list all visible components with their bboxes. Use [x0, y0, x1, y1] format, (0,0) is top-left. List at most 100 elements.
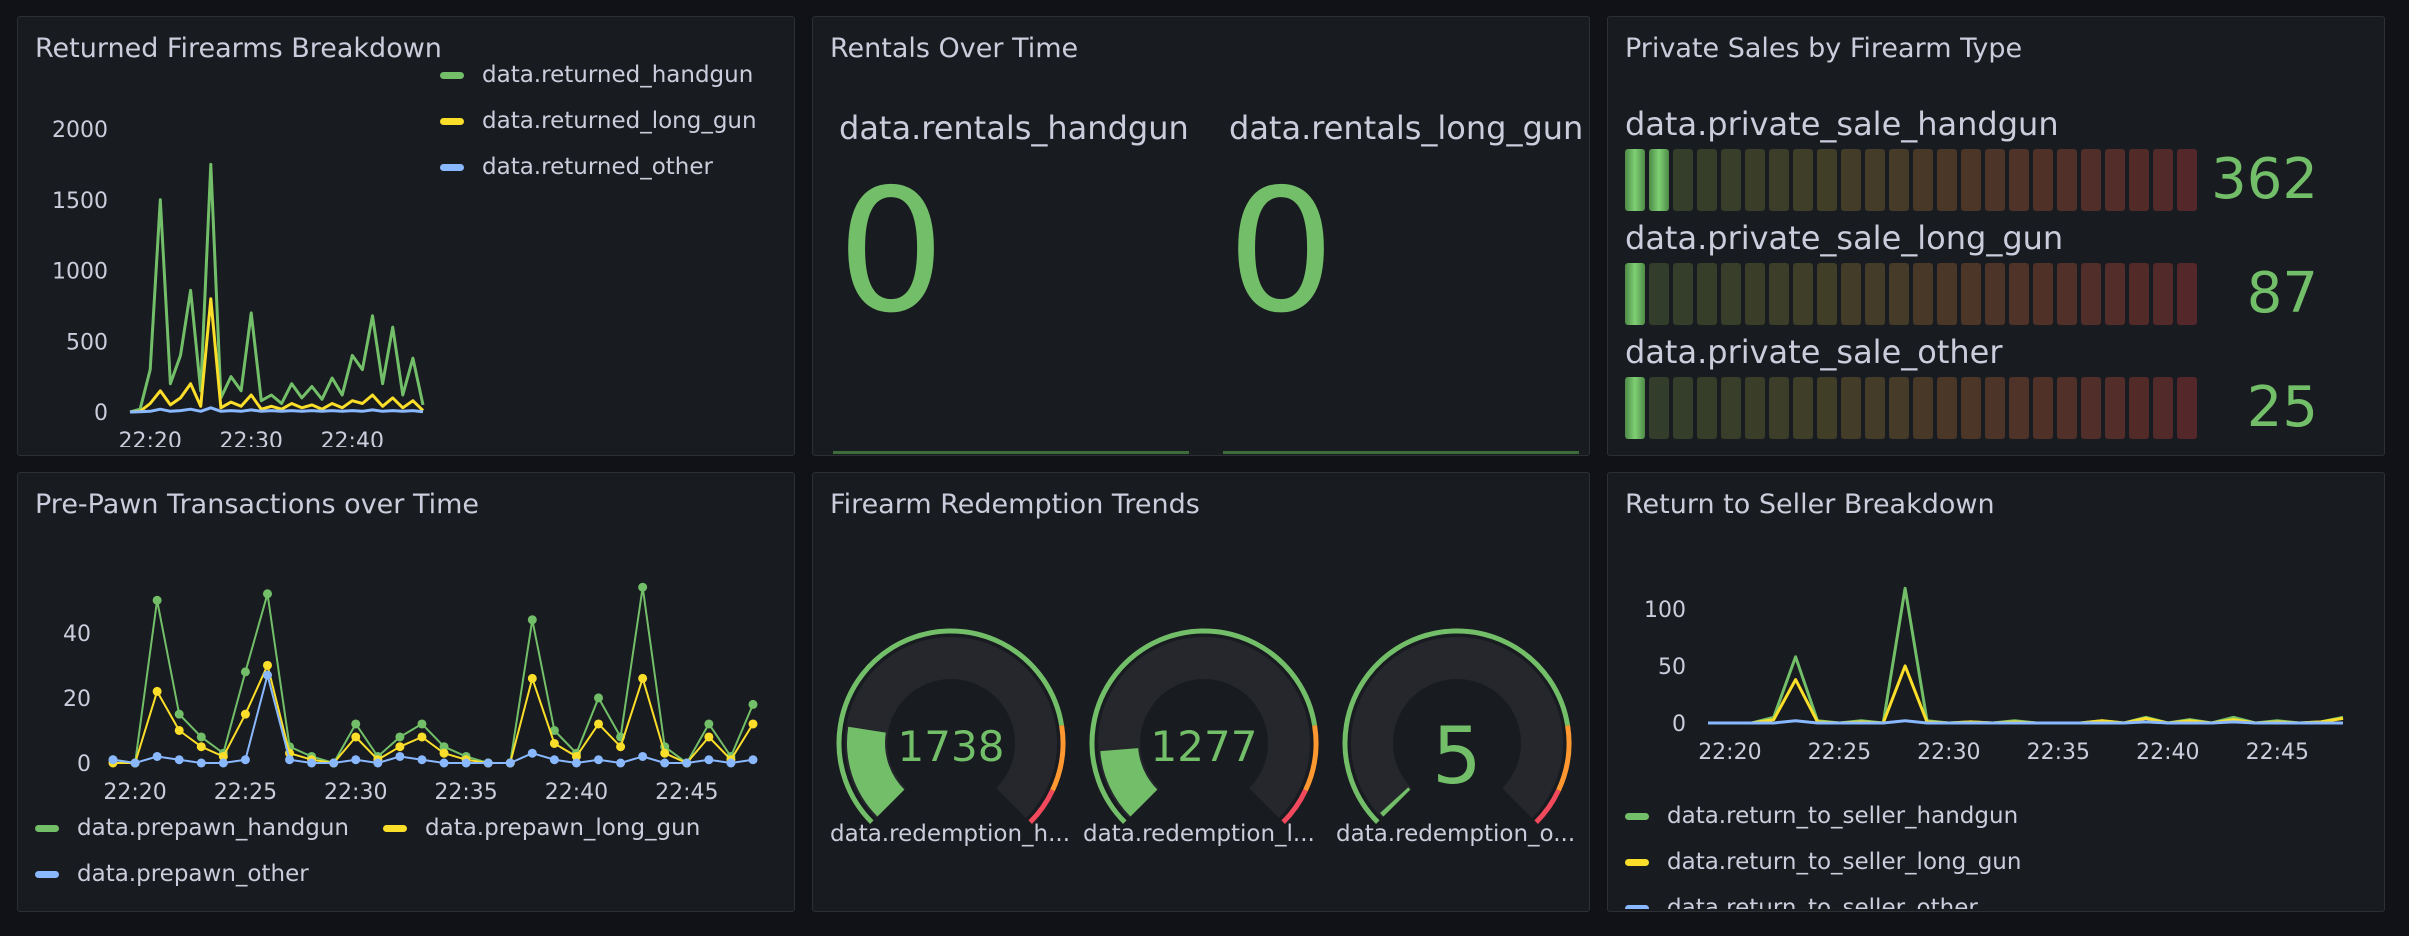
data-point: [174, 755, 184, 765]
bargauge-cell: [1625, 149, 1645, 211]
panel-title: Firearm Redemption Trends: [830, 489, 1200, 520]
bargauge-cell: [1865, 377, 1885, 439]
data-point: [682, 758, 692, 768]
gauge-value: 1738: [898, 722, 1005, 771]
panel-returned-firearms[interactable]: Returned Firearms Breakdown 2000 1500 1000…: [17, 16, 795, 456]
bargauge-cell: [1769, 149, 1789, 211]
returned-chart[interactable]: 2000 1500 1000 500 0 22:20 22:30 22:40: [18, 77, 438, 447]
legend-item-returned-handgun[interactable]: data.returned_handgun: [440, 62, 753, 88]
bargauge-cell: [2081, 149, 2101, 211]
bargauge-cell: [1889, 377, 1909, 439]
data-point: [395, 732, 405, 742]
data-point: [704, 719, 714, 729]
x-tick-label: 22:20: [1698, 740, 1761, 765]
stat-value-rentals-long-gun: 0: [1227, 153, 1336, 351]
bargauge-cell: [1985, 263, 2005, 325]
x-tick-label: 22:30: [1917, 740, 1980, 765]
bargauge-cell: [1865, 149, 1885, 211]
legend-swatch: [1625, 858, 1649, 866]
panel-return-to-seller[interactable]: Return to Seller Breakdown 100 50 0 22:20 22…: [1607, 472, 2385, 912]
bargauge-cell: [2033, 149, 2053, 211]
data-point: [262, 660, 272, 670]
data-point: [616, 758, 626, 768]
bargauge-value-handgun: 362: [2211, 147, 2318, 212]
bargauge-cell: [1793, 263, 1813, 325]
data-point: [152, 686, 162, 696]
legend-label: data.returned_handgun: [482, 62, 754, 88]
gauge-value: 1277: [1151, 722, 1258, 771]
bargauge-cell: [2009, 149, 2029, 211]
y-tick-label: 0: [77, 752, 91, 777]
y-tick-label: 2000: [52, 118, 108, 143]
bargauge-cell: [1841, 377, 1861, 439]
legend-swatch: [440, 71, 464, 79]
panel-redemption[interactable]: Firearm Redemption Trends 1738 1277 5 data…: [812, 472, 1590, 912]
y-tick-label: 50: [1658, 655, 1686, 680]
redemption-gauges: 1738 1277 5: [836, 628, 1572, 824]
gauge-label-handgun: data.redemption_h...: [830, 821, 1071, 847]
x-tick-label: 22:40: [545, 780, 608, 805]
legend-item-seller-long-gun[interactable]: data.return_to_seller_long_gun: [1625, 849, 2021, 875]
bargauge-label-other: data.private_sale_other: [1625, 333, 2003, 371]
data-point: [748, 719, 758, 729]
stat-label-rentals-long-gun: data.rentals_long_gun: [1229, 109, 1584, 147]
bargauge-cell: [2129, 377, 2149, 439]
x-tick-label: 22:45: [2246, 740, 2309, 765]
legend-item-prepawn-handgun[interactable]: data.prepawn_handgun: [35, 815, 349, 841]
bargauge-cell: [1817, 149, 1837, 211]
prepawn-chart[interactable]: 40 20 0 22:20 22:25 22:30 22:35 22:40 22:45: [18, 573, 778, 833]
bargauge-cell: [1937, 263, 1957, 325]
legend-item-seller-handgun[interactable]: data.return_to_seller_handgun: [1625, 803, 2018, 829]
bargauge-cell: [2129, 149, 2149, 211]
data-point: [108, 755, 118, 765]
series-line: [112, 586, 754, 764]
data-point: [638, 673, 648, 683]
bargauge-cell: [2033, 263, 2053, 325]
bargauge-cell: [1649, 149, 1669, 211]
y-tick-label: 1000: [52, 260, 108, 285]
legend-label: data.returned_long_gun: [482, 108, 757, 134]
bargauge-cell: [1961, 263, 1981, 325]
bargauge-cell: [1745, 149, 1765, 211]
data-point: [660, 748, 670, 758]
panel-rentals[interactable]: Rentals Over Time data.rentals_handgun 0…: [812, 16, 1590, 456]
bargauge-other: [1625, 377, 2197, 439]
data-point: [395, 742, 405, 752]
legend-label: data.return_to_seller_handgun: [1667, 803, 2019, 829]
bargauge-handgun: [1625, 149, 2197, 211]
y-tick-label: 0: [1672, 712, 1686, 737]
bargauge-cell: [2081, 377, 2101, 439]
data-point: [174, 709, 184, 719]
data-point: [351, 719, 361, 729]
data-point: [196, 742, 206, 752]
data-point: [704, 755, 714, 765]
data-point: [174, 725, 184, 735]
panel-title: Private Sales by Firearm Type: [1625, 33, 2023, 64]
legend-item-prepawn-long-gun[interactable]: data.prepawn_long_gun: [383, 815, 700, 841]
legend-swatch: [35, 870, 59, 878]
data-point: [638, 751, 648, 761]
panel-prepawn[interactable]: Pre-Pawn Transactions over Time 40 20 0 22:…: [17, 472, 795, 912]
bargauge-cell: [1697, 263, 1717, 325]
legend-item-seller-other[interactable]: data.return_to_seller_other: [1625, 895, 1978, 909]
data-point: [373, 758, 383, 768]
panel-private-sales[interactable]: Private Sales by Firearm Type data.priva…: [1607, 16, 2385, 456]
bargauge-cell: [2105, 149, 2125, 211]
x-tick-label: 22:20: [119, 429, 182, 447]
return-seller-chart[interactable]: 100 50 0 22:20 22:25 22:30 22:35 22:40 22:45: [1608, 573, 2368, 793]
bargauge-cell: [1769, 263, 1789, 325]
data-point: [417, 732, 427, 742]
legend-item-returned-other[interactable]: data.returned_other: [440, 154, 713, 180]
bargauge-cell: [2009, 263, 2029, 325]
bargauge-cell: [1649, 263, 1669, 325]
legend-label: data.prepawn_long_gun: [425, 815, 701, 841]
legend-item-prepawn-other[interactable]: data.prepawn_other: [35, 861, 309, 887]
bargauge-cell: [2105, 377, 2125, 439]
bargauge-cell: [2057, 149, 2077, 211]
stat-label-rentals-handgun: data.rentals_handgun: [839, 109, 1189, 147]
bargauge-cell: [1841, 263, 1861, 325]
legend-item-returned-long-gun[interactable]: data.returned_long_gun: [440, 108, 757, 134]
data-point: [594, 755, 604, 765]
bargauge-cell: [1673, 263, 1693, 325]
bargauge-cell: [1913, 149, 1933, 211]
